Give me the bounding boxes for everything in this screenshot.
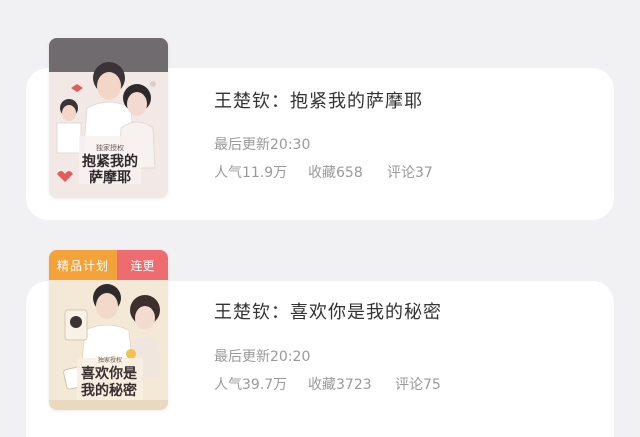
book-list: 独家授权 抱紧我的 萨摩耶 王楚钦：抱紧我的萨摩耶 最后更新20:30 人气11…	[0, 0, 640, 437]
book-cover[interactable]: 独家授权 抱紧我的 萨摩耶	[49, 38, 168, 198]
comments-count: 评论37	[387, 165, 433, 181]
favorites-count: 收藏3723	[308, 377, 372, 393]
last-updated: 最后更新20:20	[214, 349, 311, 365]
popularity-count: 人气39.7万	[214, 377, 288, 393]
cover-illustration: 独家授权 抱紧我的 萨摩耶	[49, 38, 168, 198]
favorites-count: 收藏658	[308, 165, 363, 181]
svg-text:萨摩耶: 萨摩耶	[89, 169, 131, 186]
last-updated: 最后更新20:30	[214, 137, 311, 153]
premium-plan-badge: 精品计划	[49, 250, 117, 280]
cover-tag: 独家授权	[98, 356, 122, 364]
svg-text:喜欢你是: 喜欢你是	[81, 365, 138, 382]
book-title[interactable]: 王楚钦：抱紧我的萨摩耶	[214, 87, 423, 113]
book-cover[interactable]: 独家授权 喜欢你是 我的秘密 精品计划 连更	[49, 250, 168, 410]
comments-count: 评论75	[395, 377, 441, 393]
svg-text:我的秘密: 我的秘密	[81, 382, 137, 399]
svg-text:抱紧我的: 抱紧我的	[82, 153, 138, 170]
book-title[interactable]: 王楚钦：喜欢你是我的秘密	[214, 298, 442, 324]
serializing-badge: 连更	[117, 250, 168, 280]
cover-tag: 独家授权	[96, 143, 124, 152]
popularity-count: 人气11.9万	[214, 165, 288, 181]
